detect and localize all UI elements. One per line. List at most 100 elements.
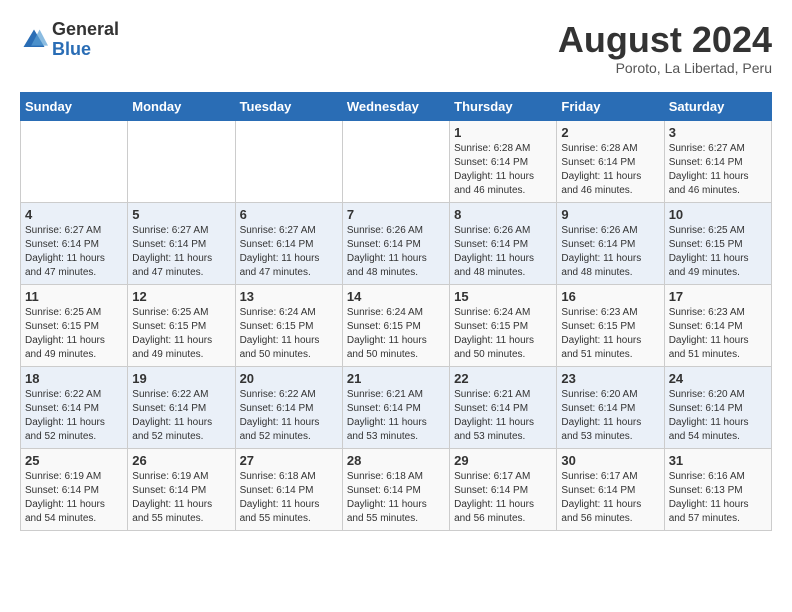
page-title: August 2024: [558, 20, 772, 60]
calendar-cell: 6 Sunrise: 6:27 AM Sunset: 6:14 PM Daylig…: [235, 202, 342, 284]
day-number: 30: [561, 453, 659, 468]
day-number: 24: [669, 371, 767, 386]
calendar-week-5: 25 Sunrise: 6:19 AM Sunset: 6:14 PM Dayli…: [21, 448, 772, 530]
day-info: Sunrise: 6:17 AM Sunset: 6:14 PM Dayligh…: [454, 470, 552, 526]
calendar-cell: 2 Sunrise: 6:28 AM Sunset: 6:14 PM Daylig…: [557, 120, 664, 202]
logo-text: General Blue: [52, 20, 119, 60]
calendar-cell: 28 Sunrise: 6:18 AM Sunset: 6:14 PM Dayli…: [342, 448, 449, 530]
day-number: 27: [240, 453, 338, 468]
calendar-cell: [235, 120, 342, 202]
day-number: 28: [347, 453, 445, 468]
day-number: 2: [561, 125, 659, 140]
calendar-cell: 4Sunrise: 6:27 AM Sunset: 6:14 PM Daylig…: [21, 202, 128, 284]
header-day-wednesday: Wednesday: [342, 92, 449, 120]
calendar-cell: 25 Sunrise: 6:19 AM Sunset: 6:14 PM Dayli…: [21, 448, 128, 530]
day-number: 17: [669, 289, 767, 304]
calendar-week-4: 18 Sunrise: 6:22 AM Sunset: 6:14 PM Dayli…: [21, 366, 772, 448]
day-info: Sunrise: 6:26 AM Sunset: 6:14 PM Dayligh…: [561, 224, 659, 280]
day-info: Sunrise: 6:24 AM Sunset: 6:15 PM Dayligh…: [240, 306, 338, 362]
calendar-cell: 23Sunrise: 6:20 AM Sunset: 6:14 PM Dayli…: [557, 366, 664, 448]
day-number: 31: [669, 453, 767, 468]
calendar-table: SundayMondayTuesdayWednesdayThursdayFrid…: [20, 92, 772, 531]
day-info: Sunrise: 6:17 AM Sunset: 6:14 PM Dayligh…: [561, 470, 659, 526]
day-number: 20: [240, 371, 338, 386]
calendar-cell: [21, 120, 128, 202]
calendar-cell: 27Sunrise: 6:18 AM Sunset: 6:14 PM Dayli…: [235, 448, 342, 530]
day-info: Sunrise: 6:27 AM Sunset: 6:14 PM Dayligh…: [25, 224, 123, 280]
header: General Blue August 2024 Poroto, La Libe…: [20, 20, 772, 76]
title-area: August 2024 Poroto, La Libertad, Peru: [558, 20, 772, 76]
day-info: Sunrise: 6:27 AM Sunset: 6:14 PM Dayligh…: [669, 142, 767, 198]
day-info: Sunrise: 6:22 AM Sunset: 6:14 PM Dayligh…: [25, 388, 123, 444]
day-number: 6: [240, 207, 338, 222]
day-number: 12: [132, 289, 230, 304]
header-day-sunday: Sunday: [21, 92, 128, 120]
day-number: 16: [561, 289, 659, 304]
calendar-cell: 21 Sunrise: 6:21 AM Sunset: 6:14 PM Dayli…: [342, 366, 449, 448]
day-number: 3: [669, 125, 767, 140]
calendar-cell: 3 Sunrise: 6:27 AM Sunset: 6:14 PM Daylig…: [664, 120, 771, 202]
day-number: 11: [25, 289, 123, 304]
day-number: 19: [132, 371, 230, 386]
calendar-cell: 17Sunrise: 6:23 AM Sunset: 6:14 PM Dayli…: [664, 284, 771, 366]
header-day-thursday: Thursday: [450, 92, 557, 120]
day-number: 18: [25, 371, 123, 386]
calendar-cell: 11 Sunrise: 6:25 AM Sunset: 6:15 PM Dayli…: [21, 284, 128, 366]
day-info: Sunrise: 6:19 AM Sunset: 6:14 PM Dayligh…: [25, 470, 123, 526]
calendar-week-3: 11 Sunrise: 6:25 AM Sunset: 6:15 PM Dayli…: [21, 284, 772, 366]
day-number: 21: [347, 371, 445, 386]
calendar-cell: 10Sunrise: 6:25 AM Sunset: 6:15 PM Dayli…: [664, 202, 771, 284]
day-info: Sunrise: 6:24 AM Sunset: 6:15 PM Dayligh…: [347, 306, 445, 362]
calendar-cell: 31 Sunrise: 6:16 AM Sunset: 6:13 PM Dayli…: [664, 448, 771, 530]
day-info: Sunrise: 6:22 AM Sunset: 6:14 PM Dayligh…: [240, 388, 338, 444]
header-day-tuesday: Tuesday: [235, 92, 342, 120]
calendar-header: SundayMondayTuesdayWednesdayThursdayFrid…: [21, 92, 772, 120]
day-number: 25: [25, 453, 123, 468]
day-info: Sunrise: 6:16 AM Sunset: 6:13 PM Dayligh…: [669, 470, 767, 526]
header-day-monday: Monday: [128, 92, 235, 120]
calendar-cell: 15Sunrise: 6:24 AM Sunset: 6:15 PM Dayli…: [450, 284, 557, 366]
day-number: 29: [454, 453, 552, 468]
calendar-cell: [342, 120, 449, 202]
day-info: Sunrise: 6:26 AM Sunset: 6:14 PM Dayligh…: [454, 224, 552, 280]
calendar-cell: 19 Sunrise: 6:22 AM Sunset: 6:14 PM Dayli…: [128, 366, 235, 448]
calendar-cell: 8Sunrise: 6:26 AM Sunset: 6:14 PM Daylig…: [450, 202, 557, 284]
calendar-cell: 9 Sunrise: 6:26 AM Sunset: 6:14 PM Daylig…: [557, 202, 664, 284]
calendar-cell: [128, 120, 235, 202]
header-row: SundayMondayTuesdayWednesdayThursdayFrid…: [21, 92, 772, 120]
day-info: Sunrise: 6:21 AM Sunset: 6:14 PM Dayligh…: [347, 388, 445, 444]
header-day-saturday: Saturday: [664, 92, 771, 120]
calendar-cell: 24 Sunrise: 6:20 AM Sunset: 6:14 PM Dayli…: [664, 366, 771, 448]
calendar-cell: 26Sunrise: 6:19 AM Sunset: 6:14 PM Dayli…: [128, 448, 235, 530]
calendar-week-1: 1 Sunrise: 6:28 AM Sunset: 6:14 PM Daylig…: [21, 120, 772, 202]
day-number: 23: [561, 371, 659, 386]
logo: General Blue: [20, 20, 119, 60]
calendar-cell: 5 Sunrise: 6:27 AM Sunset: 6:14 PM Daylig…: [128, 202, 235, 284]
calendar-cell: 7Sunrise: 6:26 AM Sunset: 6:14 PM Daylig…: [342, 202, 449, 284]
day-info: Sunrise: 6:22 AM Sunset: 6:14 PM Dayligh…: [132, 388, 230, 444]
day-number: 13: [240, 289, 338, 304]
day-info: Sunrise: 6:24 AM Sunset: 6:15 PM Dayligh…: [454, 306, 552, 362]
day-number: 22: [454, 371, 552, 386]
calendar-cell: 13 Sunrise: 6:24 AM Sunset: 6:15 PM Dayli…: [235, 284, 342, 366]
day-info: Sunrise: 6:28 AM Sunset: 6:14 PM Dayligh…: [561, 142, 659, 198]
day-info: Sunrise: 6:27 AM Sunset: 6:14 PM Dayligh…: [240, 224, 338, 280]
day-info: Sunrise: 6:18 AM Sunset: 6:14 PM Dayligh…: [347, 470, 445, 526]
page-subtitle: Poroto, La Libertad, Peru: [558, 60, 772, 76]
day-number: 9: [561, 207, 659, 222]
day-info: Sunrise: 6:23 AM Sunset: 6:15 PM Dayligh…: [561, 306, 659, 362]
header-day-friday: Friday: [557, 92, 664, 120]
calendar-cell: 12Sunrise: 6:25 AM Sunset: 6:15 PM Dayli…: [128, 284, 235, 366]
day-info: Sunrise: 6:25 AM Sunset: 6:15 PM Dayligh…: [25, 306, 123, 362]
day-number: 14: [347, 289, 445, 304]
calendar-week-2: 4Sunrise: 6:27 AM Sunset: 6:14 PM Daylig…: [21, 202, 772, 284]
day-number: 1: [454, 125, 552, 140]
day-info: Sunrise: 6:21 AM Sunset: 6:14 PM Dayligh…: [454, 388, 552, 444]
calendar-cell: 30 Sunrise: 6:17 AM Sunset: 6:14 PM Dayli…: [557, 448, 664, 530]
day-info: Sunrise: 6:26 AM Sunset: 6:14 PM Dayligh…: [347, 224, 445, 280]
day-info: Sunrise: 6:27 AM Sunset: 6:14 PM Dayligh…: [132, 224, 230, 280]
calendar-body: 1 Sunrise: 6:28 AM Sunset: 6:14 PM Daylig…: [21, 120, 772, 530]
day-info: Sunrise: 6:20 AM Sunset: 6:14 PM Dayligh…: [669, 388, 767, 444]
calendar-cell: 14 Sunrise: 6:24 AM Sunset: 6:15 PM Dayli…: [342, 284, 449, 366]
day-number: 5: [132, 207, 230, 222]
